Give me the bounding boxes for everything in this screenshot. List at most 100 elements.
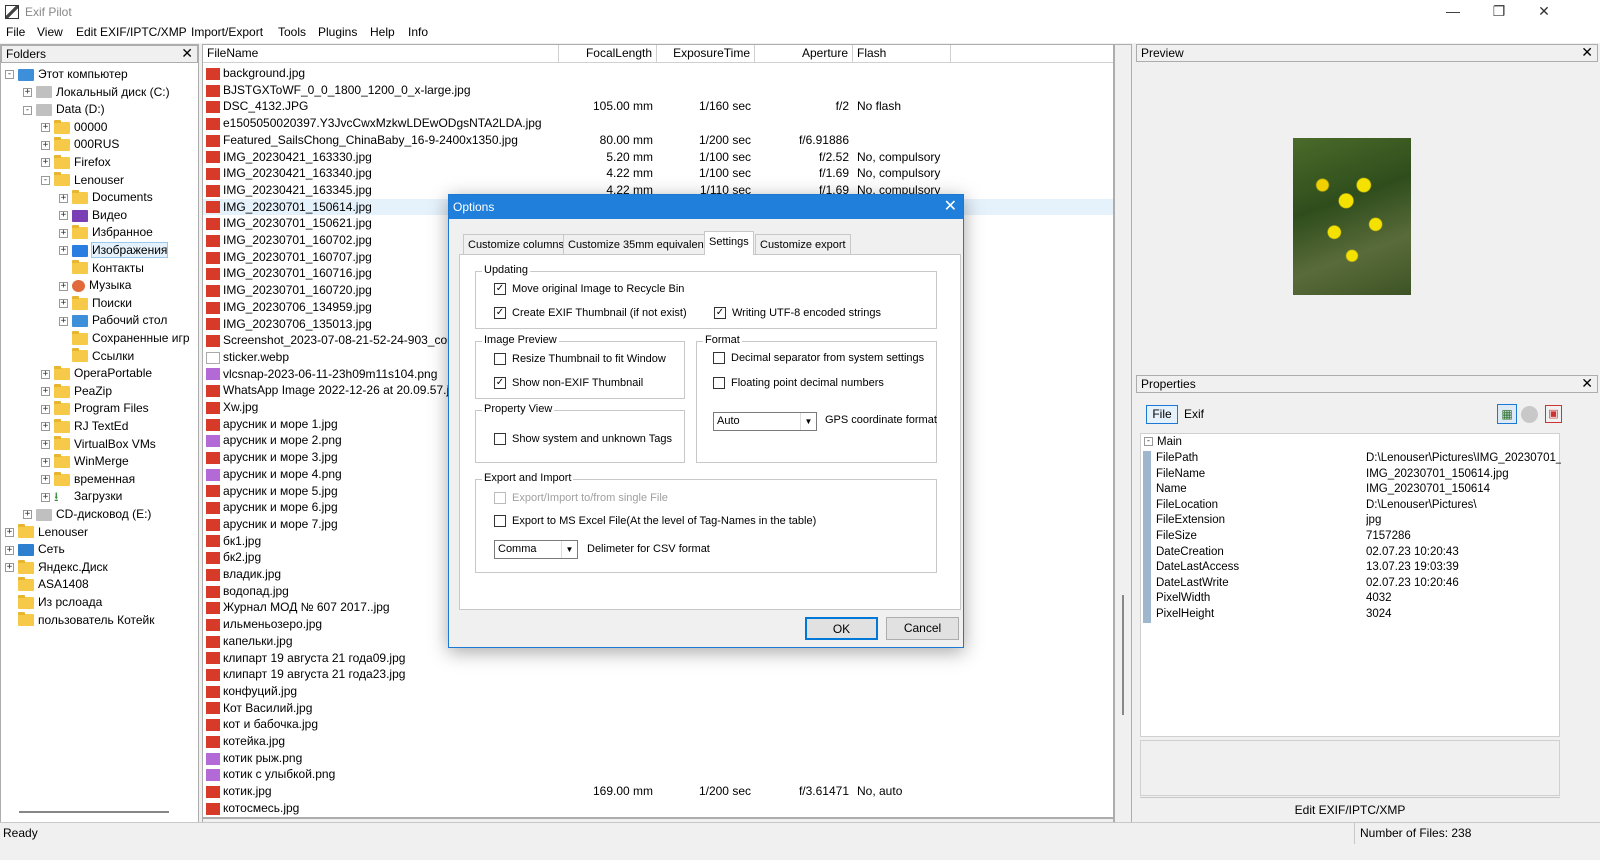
property-row[interactable]: FileSize 7157286 [1141, 529, 1561, 545]
collapse-icon[interactable]: - [41, 175, 50, 185]
table-row[interactable]: e1505050020397.Y3JvcCwxMzkwLDEwODgsNTA2L… [203, 115, 1113, 132]
tree-item[interactable]: + Lenouser [5, 523, 88, 541]
menu-help[interactable]: Help [370, 25, 395, 39]
show-nonexif-checkbox[interactable]: ✓ Show non-EXIF Thumbnail [494, 377, 643, 390]
expand-icon[interactable]: + [41, 422, 50, 432]
menu-file[interactable]: File [6, 25, 25, 39]
expand-icon[interactable]: + [41, 387, 50, 397]
table-row[interactable]: котейка.jpg [203, 733, 1113, 750]
menu-plugins[interactable]: Plugins [318, 25, 357, 39]
globe-icon[interactable] [1521, 406, 1538, 423]
tree-item[interactable]: +00000 [41, 118, 107, 136]
expand-icon[interactable]: + [5, 563, 14, 573]
expand-icon[interactable]: + [59, 228, 68, 238]
expand-icon[interactable]: + [23, 510, 32, 520]
tree-item[interactable]: + ⭳ Загрузки [41, 487, 122, 505]
tree-item[interactable]: + Сеть [5, 540, 65, 558]
chevron-down-icon[interactable]: ▼ [800, 413, 816, 430]
tree-item[interactable]: + Видео [59, 206, 127, 224]
expand-icon[interactable]: + [5, 545, 14, 555]
table-row[interactable]: Featured_SailsChong_ChinaBaby_16-9-2400x… [203, 132, 1113, 149]
expand-icon[interactable]: + [41, 158, 50, 168]
table-row[interactable]: кот и бабочка.jpg [203, 716, 1113, 733]
tree-item[interactable]: Сохраненные игр [59, 329, 190, 347]
section-main[interactable]: - Main [1144, 436, 1182, 448]
tree-item[interactable]: + Program Files [41, 399, 149, 417]
expand-icon[interactable]: + [5, 527, 14, 537]
property-row[interactable]: DateCreation 02.07.23 10:20:43 [1141, 544, 1561, 561]
column-focallength[interactable]: FocalLength [559, 45, 657, 63]
expand-icon[interactable]: + [59, 299, 68, 309]
column-flash[interactable]: Flash [853, 45, 951, 63]
expand-icon[interactable]: + [59, 211, 68, 221]
menu-import-export[interactable]: Import/Export [191, 25, 263, 39]
chevron-down-icon[interactable]: ▼ [561, 541, 577, 558]
tree-item[interactable]: + CD-дисковод (E:) [23, 505, 151, 523]
expand-icon[interactable]: + [41, 140, 50, 150]
vscroll-thumb[interactable] [1122, 595, 1124, 715]
single-file-checkbox[interactable]: Export/Import to/from single File [494, 492, 668, 505]
tree-item[interactable]: + OperaPortable [41, 364, 152, 382]
expand-icon[interactable]: + [41, 439, 50, 449]
tab-exif[interactable]: Exif [1184, 407, 1204, 421]
tree-item[interactable]: + Firefox [41, 153, 111, 171]
collapse-icon[interactable]: - [5, 70, 14, 80]
table-row[interactable]: клипарт 19 августа 21 года23.jpg [203, 666, 1113, 683]
expand-icon[interactable]: + [23, 87, 32, 97]
table-row[interactable]: котик.jpg 169.00 mm 1/200 sec f/3.61471 No, … [203, 783, 1113, 800]
property-row[interactable]: DateLastWrite 02.07.23 10:20:46 [1141, 575, 1561, 592]
tree-item[interactable]: ASA1408 [5, 575, 89, 593]
close-icon[interactable]: ✕ [1581, 376, 1593, 391]
expand-icon[interactable]: + [41, 457, 50, 467]
tree-item[interactable]: Ссылки [59, 347, 134, 365]
tree-item[interactable]: + WinMerge [41, 452, 129, 470]
property-row[interactable]: FileExtension jpg [1141, 513, 1561, 529]
expand-icon[interactable]: + [41, 369, 50, 379]
tree-item[interactable]: +000RUS [41, 135, 119, 153]
resize-thumb-checkbox[interactable]: Resize Thumbnail to fit Window [494, 353, 666, 366]
expand-icon[interactable]: + [59, 281, 68, 291]
expand-icon[interactable]: + [59, 193, 68, 203]
cancel-button[interactable]: Cancel [886, 617, 959, 640]
tree-item[interactable]: + Музыка [59, 276, 131, 294]
tab-file[interactable]: File [1146, 405, 1178, 424]
tree-item[interactable]: + Яндекс.Диск [5, 558, 108, 576]
table-row[interactable]: IMG_20230421_163330.jpg 5.20 mm 1/100 sec f… [203, 149, 1113, 166]
property-row[interactable]: Name IMG_20230701_150614 [1141, 482, 1561, 498]
property-row[interactable]: FileName IMG_20230701_150614.jpg [1141, 466, 1561, 483]
expand-icon[interactable]: + [41, 404, 50, 414]
property-row[interactable]: DateLastAccess 13.07.23 19:03:39 [1141, 560, 1561, 576]
property-row[interactable]: FileLocation D:\Lenouser\Pictures\ [1141, 497, 1561, 514]
gps-format-select[interactable]: Auto ▼ [713, 412, 817, 431]
show-system-checkbox[interactable]: Show system and unknown Tags [494, 433, 672, 446]
maximize-button[interactable]: ❐ [1476, 0, 1522, 24]
tree-item[interactable]: + Изображения [59, 241, 169, 259]
table-row[interactable]: BJSTGXToWF_0_0_1800_1200_0_x-large.jpg [203, 82, 1113, 99]
tree-item[interactable]: + RJ TextEd [41, 417, 128, 435]
move-bin-checkbox[interactable]: ✓ Move original Image to Recycle Bin [494, 283, 684, 296]
menu-tools[interactable]: Tools [278, 25, 306, 39]
tree-item[interactable]: - Этот компьютер [5, 65, 128, 83]
tree-item[interactable]: + Рабочий стол [59, 311, 167, 329]
expand-icon[interactable]: + [41, 475, 50, 485]
column-aperture[interactable]: Aperture [755, 45, 853, 63]
table-row[interactable]: DSC_4132.JPG 105.00 mm 1/160 sec f/2 No flas… [203, 98, 1113, 115]
table-row[interactable]: котосмесь.jpg [203, 800, 1113, 817]
collapse-icon[interactable]: - [23, 105, 32, 115]
tree-item[interactable]: + Локальный диск (C:) [23, 83, 170, 101]
decimal-sep-checkbox[interactable]: Decimal separator from system settings [713, 352, 924, 365]
expand-icon[interactable]: + [59, 246, 68, 256]
tree-item[interactable]: + Поиски [59, 294, 132, 312]
tree-item[interactable]: Контакты [59, 259, 144, 277]
property-row[interactable]: PixelWidth 4032 [1141, 591, 1561, 607]
create-thumb-checkbox[interactable]: ✓ Create EXIF Thumbnail (if not exist) [494, 307, 687, 320]
float-point-checkbox[interactable]: Floating point decimal numbers [713, 377, 884, 390]
tree-item[interactable]: + временная [41, 470, 135, 488]
expand-icon[interactable]: + [41, 123, 50, 133]
utf8-checkbox[interactable]: ✓ Writing UTF-8 encoded strings [714, 307, 881, 320]
column-filename[interactable]: FileName [203, 45, 559, 63]
tree-item[interactable]: Из рслоада [5, 593, 102, 611]
delete-icon[interactable]: ▣ [1545, 405, 1562, 423]
tree-item[interactable]: + Documents [59, 188, 153, 206]
property-row[interactable]: PixelHeight 3024 [1141, 607, 1561, 623]
